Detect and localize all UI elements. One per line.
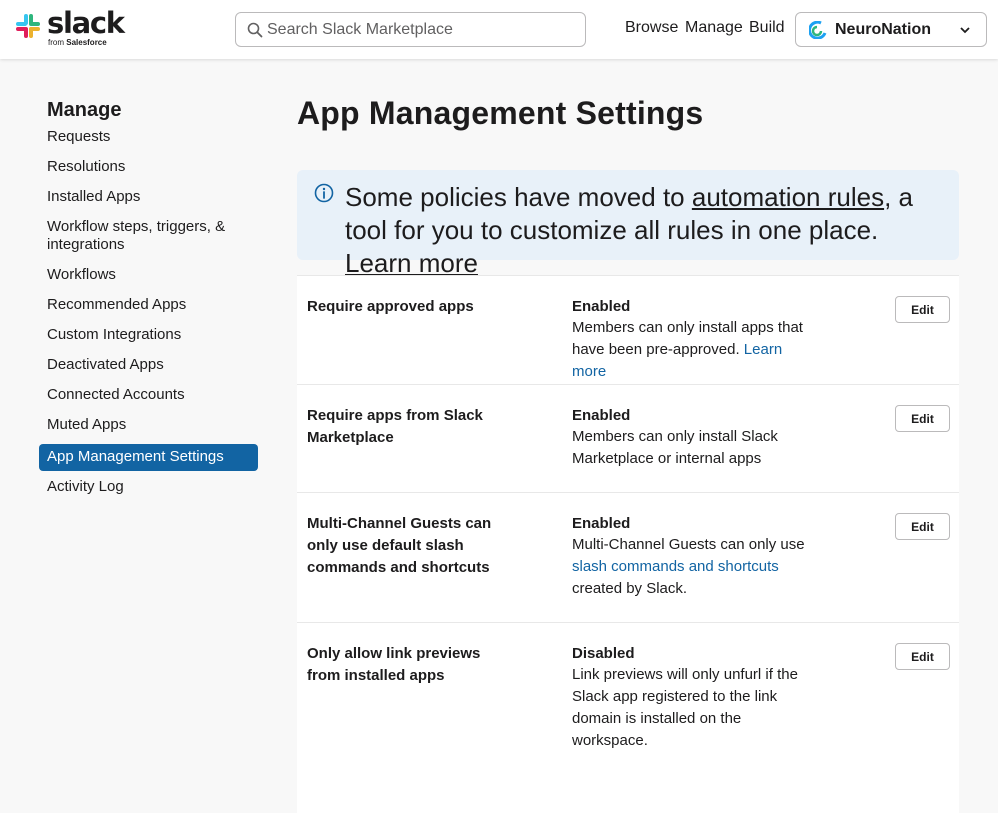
banner-learn-more-link[interactable]: Learn more: [345, 248, 478, 278]
automation-rules-link[interactable]: automation rules: [692, 182, 884, 212]
setting-status: Enabled: [572, 407, 631, 424]
slack-logo[interactable]: slack from Salesforce: [14, 6, 125, 50]
sidebar-item-connected-accounts[interactable]: Connected Accounts: [39, 386, 258, 404]
banner-text: Some policies have moved to automation r…: [345, 182, 914, 278]
sidebar-item-resolutions[interactable]: Resolutions: [39, 158, 258, 176]
setting-name: Require approved apps: [307, 298, 474, 315]
setting-row: Require apps from Slack Marketplace Enab…: [297, 385, 959, 493]
edit-button[interactable]: Edit: [895, 405, 950, 432]
setting-row: Require approved apps Enabled Members ca…: [297, 276, 959, 385]
sidebar-item-workflow-steps[interactable]: Workflow steps, triggers, & integrations: [39, 218, 258, 254]
sidebar-item-app-management-settings[interactable]: App Management Settings: [39, 444, 258, 471]
setting-status: Disabled: [572, 645, 635, 662]
page-title: App Management Settings: [297, 95, 704, 131]
top-bar: slack from Salesforce Browse Manage Buil…: [0, 0, 998, 59]
nav-build[interactable]: Build: [749, 19, 785, 37]
setting-name: Only allow link previews from installed …: [307, 645, 481, 684]
setting-row: Only allow link previews from installed …: [297, 623, 959, 773]
setting-status: Enabled: [572, 298, 631, 315]
logo-subtitle: from Salesforce: [48, 38, 107, 47]
settings-card: Require approved apps Enabled Members ca…: [297, 275, 959, 813]
sidebar-item-workflows[interactable]: Workflows: [39, 266, 258, 284]
edit-button[interactable]: Edit: [895, 643, 950, 670]
setting-description: Multi-Channel Guests can only use slash …: [572, 536, 805, 597]
workspace-name: NeuroNation: [835, 21, 931, 38]
sidebar-item-custom-integrations[interactable]: Custom Integrations: [39, 326, 258, 344]
workspace-switcher[interactable]: NeuroNation: [795, 12, 987, 47]
sidebar-item-installed-apps[interactable]: Installed Apps: [39, 188, 258, 206]
setting-name: Multi-Channel Guests can only use defaul…: [307, 515, 492, 576]
sidebar-item-activity-log[interactable]: Activity Log: [39, 478, 258, 496]
setting-name: Require apps from Slack Marketplace: [307, 407, 483, 446]
setting-description: Link previews will only unfurl if the Sl…: [572, 666, 798, 749]
setting-status: Enabled: [572, 515, 631, 532]
sidebar-item-recommended-apps[interactable]: Recommended Apps: [39, 296, 258, 314]
info-banner: Some policies have moved to automation r…: [297, 170, 959, 278]
edit-button[interactable]: Edit: [895, 513, 950, 540]
logo-wordmark: slack: [47, 6, 125, 40]
nav-browse[interactable]: Browse: [625, 19, 678, 37]
slack-logo-icon: [16, 14, 40, 38]
setting-row: Multi-Channel Guests can only use defaul…: [297, 493, 959, 623]
chevron-down-icon: [960, 27, 970, 34]
setting-description: Members can only install apps that have …: [572, 319, 803, 380]
setting-description: Members can only install Slack Marketpla…: [572, 428, 778, 467]
search-icon: [247, 22, 263, 38]
workspace-logo-icon: [809, 21, 827, 39]
search-box[interactable]: [235, 12, 586, 47]
sidebar-title: Manage: [47, 99, 122, 121]
edit-button[interactable]: Edit: [895, 296, 950, 323]
sidebar-item-deactivated-apps[interactable]: Deactivated Apps: [39, 356, 258, 374]
sidebar-item-muted-apps[interactable]: Muted Apps: [39, 416, 258, 434]
nav-manage[interactable]: Manage: [685, 19, 743, 37]
slash-commands-link[interactable]: slash commands and shortcuts: [572, 558, 779, 575]
search-input[interactable]: [267, 13, 577, 46]
info-icon: [314, 183, 334, 203]
sidebar-item-requests[interactable]: Requests: [39, 128, 258, 146]
